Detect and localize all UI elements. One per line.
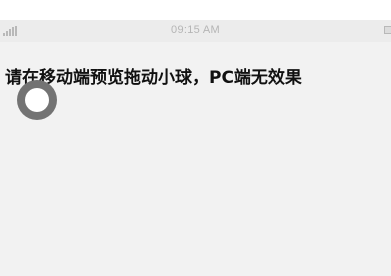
draggable-ball[interactable] xyxy=(17,80,57,120)
status-bar: 09:15 AM xyxy=(0,20,391,42)
battery-icon xyxy=(384,26,391,34)
phone-screen: 09:15 AM 请在移动端预览拖动小球，PC端无效果 xyxy=(0,20,391,276)
status-time: 09:15 AM xyxy=(171,24,220,36)
